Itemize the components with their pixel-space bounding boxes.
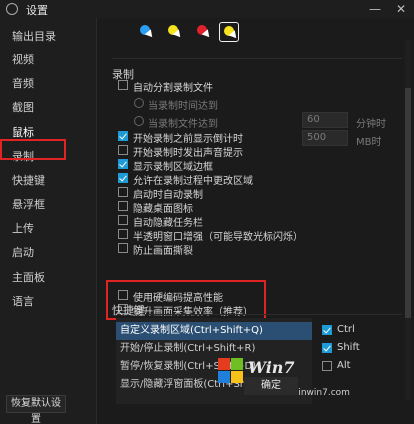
- confirm-button[interactable]: 确定: [244, 377, 298, 395]
- radio-button[interactable]: [134, 98, 144, 108]
- close-button[interactable]: ✕: [390, 0, 412, 18]
- option-label: 开始录制时发出声音提示: [133, 148, 243, 159]
- scrollbar-thumb[interactable]: [405, 88, 411, 318]
- window-title: 设置: [26, 4, 48, 17]
- option-label: 允许在录制过程中更改区域: [133, 176, 253, 187]
- option-label: 自动分割录制文件: [133, 83, 213, 94]
- sidebar-item-floating[interactable]: 悬浮框: [12, 196, 45, 212]
- checkbox[interactable]: [118, 145, 128, 155]
- cursor-style-blue[interactable]: [136, 22, 156, 42]
- sidebar-item-upload[interactable]: 上传: [12, 220, 34, 236]
- option-label: 显示录制区域边框: [133, 162, 213, 173]
- watermark-brand: Win7: [248, 358, 295, 377]
- sidebar-item-audio[interactable]: 音频: [12, 75, 34, 91]
- hotkey-section-title: 快捷键: [112, 304, 145, 317]
- option-label: 自动隐藏任务栏: [133, 218, 203, 229]
- cursor-style-yellow[interactable]: [164, 22, 184, 42]
- sidebar-item-output-dir[interactable]: 输出目录: [12, 28, 56, 44]
- divider: [112, 58, 402, 59]
- option-label: Ctrl: [337, 324, 355, 335]
- restore-defaults-button[interactable]: 恢复默认设置: [6, 395, 66, 424]
- checkbox[interactable]: [118, 201, 128, 211]
- checkbox[interactable]: [118, 215, 128, 225]
- checkbox[interactable]: [322, 325, 332, 335]
- record-highlight-box: [0, 139, 66, 160]
- sidebar-item-language[interactable]: 语言: [12, 293, 34, 309]
- radio-button[interactable]: [134, 116, 144, 126]
- minimize-button[interactable]: —: [364, 0, 386, 18]
- option-label: 防止画面撕裂: [133, 246, 193, 257]
- gear-icon: [6, 3, 18, 15]
- option-label: 隐藏桌面图标: [133, 204, 193, 215]
- hotkey-item[interactable]: 自定义录制区域(Ctrl+Shift+Q): [116, 322, 312, 340]
- checkbox[interactable]: [118, 131, 128, 141]
- sidebar-item-mouse[interactable]: 鼠标: [12, 124, 34, 140]
- split-time-unit: 分钟时: [356, 119, 386, 130]
- split-size-input[interactable]: 500: [302, 130, 348, 146]
- windows-logo-icon: [218, 358, 244, 384]
- split-size-unit: MB时: [356, 137, 382, 148]
- option-label: 当录制时间达到: [148, 101, 218, 112]
- divider: [112, 314, 402, 315]
- option-label: 当录制文件达到: [148, 119, 218, 130]
- checkbox[interactable]: [118, 187, 128, 197]
- split-time-input[interactable]: 60: [302, 112, 348, 128]
- cursor-style-red[interactable]: [193, 22, 213, 42]
- cursor-style-yellow-selected[interactable]: [219, 22, 240, 42]
- option-label: 半透明窗口增强（可能导致光标闪烁）: [133, 232, 303, 243]
- checkbox[interactable]: [118, 243, 128, 253]
- checkbox[interactable]: [118, 173, 128, 183]
- option-label: 启动时自动录制: [133, 190, 203, 201]
- checkbox[interactable]: [118, 80, 128, 90]
- checkbox[interactable]: [118, 159, 128, 169]
- sidebar-item-hotkeys[interactable]: 快捷键: [12, 172, 45, 188]
- sidebar-item-main-panel[interactable]: 主面板: [12, 269, 45, 285]
- sidebar-item-startup[interactable]: 启动: [12, 244, 34, 260]
- sidebar-item-video[interactable]: 视频: [12, 51, 34, 67]
- title-bar: 设置 — ✕: [0, 0, 414, 18]
- option-label: 开始录制之前显示倒计时: [133, 134, 243, 145]
- watermark: Win7 Www.Winwin7.com: [212, 348, 362, 404]
- sidebar: 输出目录 视频 音频 截图 鼠标 录制 快捷键 悬浮框 上传 启动 主面板 语言: [0, 18, 97, 424]
- checkbox[interactable]: [118, 229, 128, 239]
- sidebar-item-screenshot[interactable]: 截图: [12, 99, 34, 115]
